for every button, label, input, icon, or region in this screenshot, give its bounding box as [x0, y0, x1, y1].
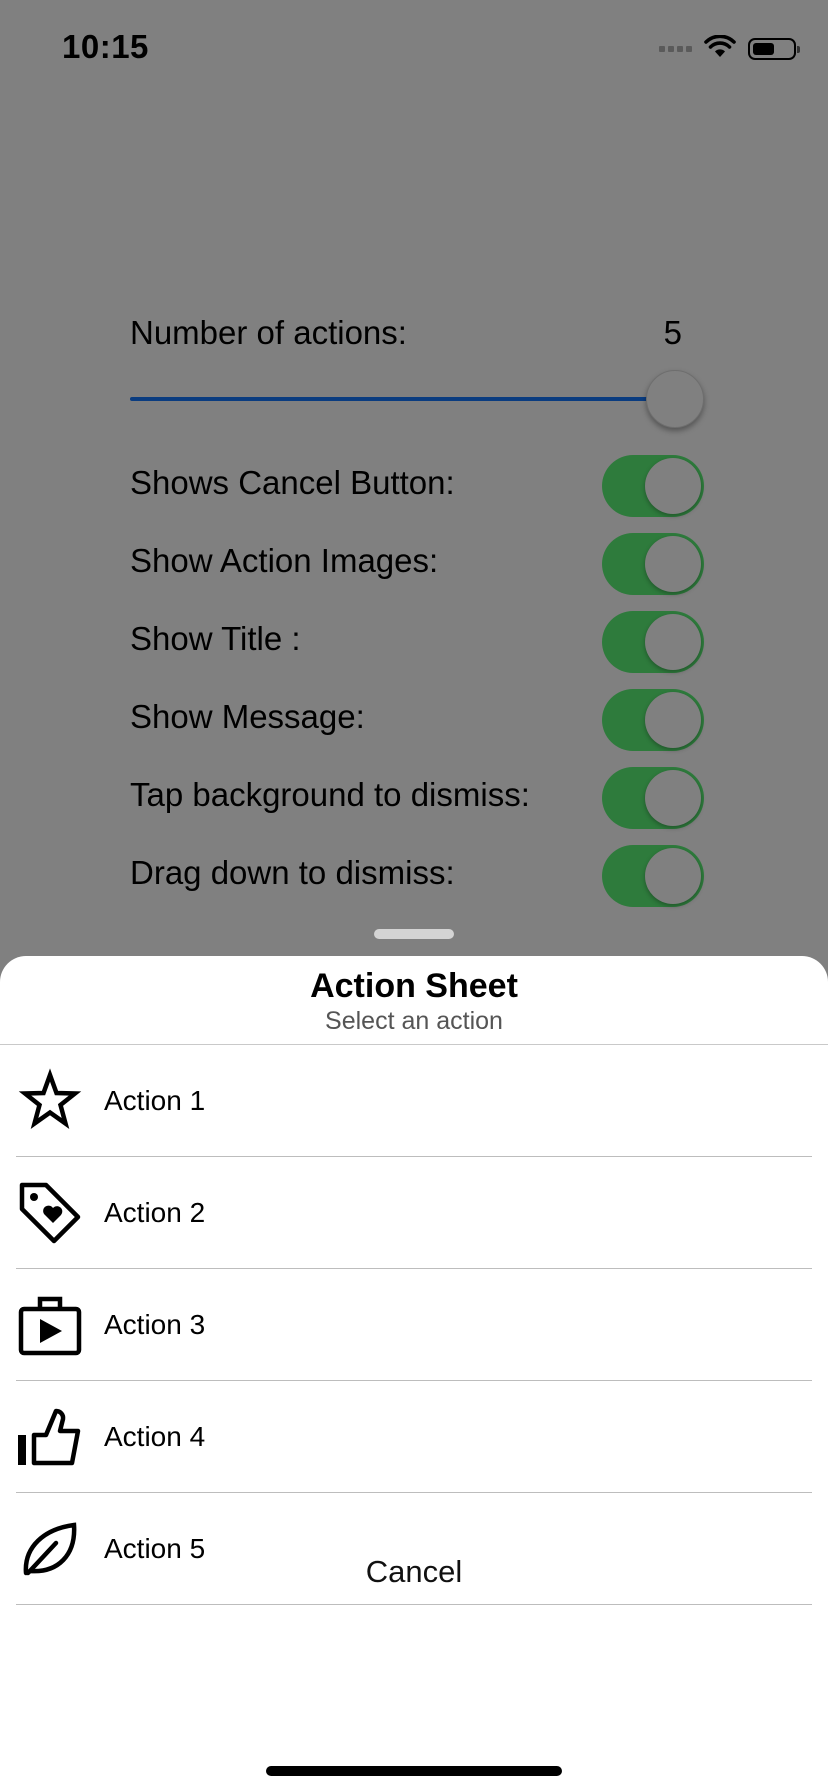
toggle-switch[interactable] — [602, 611, 704, 673]
action-item[interactable]: Action 4 — [16, 1381, 812, 1493]
sheet-header: Action Sheet Select an action — [0, 956, 828, 1045]
play-bag-icon — [16, 1291, 84, 1359]
action-label: Action 4 — [104, 1421, 206, 1452]
toggle-knob — [645, 614, 701, 670]
toggle-label: Show Action Images: — [130, 542, 439, 579]
toggle-list: Shows Cancel Button: Show Action Images: S… — [130, 444, 704, 912]
action-label: Action 3 — [104, 1309, 206, 1340]
toggle-switch[interactable] — [602, 689, 704, 751]
action-item[interactable]: Action 3 — [16, 1269, 812, 1381]
toggle-row: Show Title : — [130, 600, 704, 678]
toggle-label: Shows Cancel Button: — [130, 464, 455, 501]
toggle-switch[interactable] — [602, 533, 704, 595]
toggle-label: Show Title : — [130, 620, 301, 657]
action-count-value: 5 — [663, 314, 682, 351]
toggle-switch[interactable] — [602, 845, 704, 907]
toggle-knob — [645, 458, 701, 514]
toggle-label: Drag down to dismiss: — [130, 854, 455, 891]
toggle-row: Show Message: — [130, 678, 704, 756]
status-icons — [659, 34, 800, 64]
cancel-button[interactable]: Cancel — [0, 1530, 828, 1614]
toggle-label: Show Message: — [130, 698, 365, 735]
toggle-label: Tap background to dismiss: — [130, 776, 530, 813]
heart-tag-icon — [16, 1179, 84, 1247]
action-sheet: Action Sheet Select an action Action 1 Ac… — [0, 956, 828, 1792]
toggle-row: Show Action Images: — [130, 522, 704, 600]
action-count-label: Number of actions: — [130, 314, 407, 351]
home-indicator — [266, 1766, 562, 1776]
toggle-row: Tap background to dismiss: — [130, 756, 704, 834]
status-bar: 10:15 — [0, 0, 828, 100]
battery-icon — [748, 38, 800, 60]
toggle-knob — [645, 536, 701, 592]
toggle-switch[interactable] — [602, 455, 704, 517]
action-count-row: Number of actions: 5 — [130, 300, 704, 366]
slider-track — [130, 396, 674, 401]
slider-thumb[interactable] — [646, 370, 704, 428]
action-list: Action 1 Action 2 Action 3 Action 4 Action 5 — [0, 1045, 828, 1605]
action-item[interactable]: Action 1 — [16, 1045, 812, 1157]
toggle-knob — [645, 848, 701, 904]
sheet-grabber[interactable] — [374, 929, 454, 939]
toggle-row: Drag down to dismiss: — [130, 834, 704, 912]
star-icon — [16, 1067, 84, 1135]
action-count-slider[interactable] — [130, 366, 704, 432]
action-item[interactable]: Action 2 — [16, 1157, 812, 1269]
toggle-knob — [645, 692, 701, 748]
sheet-title: Action Sheet — [310, 967, 518, 1005]
action-label: Action 2 — [104, 1197, 206, 1228]
settings-panel: Number of actions: 5 Shows Cancel Button… — [130, 300, 704, 912]
sheet-message: Select an action — [325, 1007, 503, 1035]
status-time: 10:15 — [62, 28, 149, 65]
toggle-row: Shows Cancel Button: — [130, 444, 704, 522]
toggle-switch[interactable] — [602, 767, 704, 829]
thumbs-up-icon — [16, 1403, 84, 1471]
cellular-signal-icon — [659, 46, 692, 52]
action-label: Action 1 — [104, 1085, 206, 1116]
wifi-icon — [704, 34, 736, 64]
toggle-knob — [645, 770, 701, 826]
